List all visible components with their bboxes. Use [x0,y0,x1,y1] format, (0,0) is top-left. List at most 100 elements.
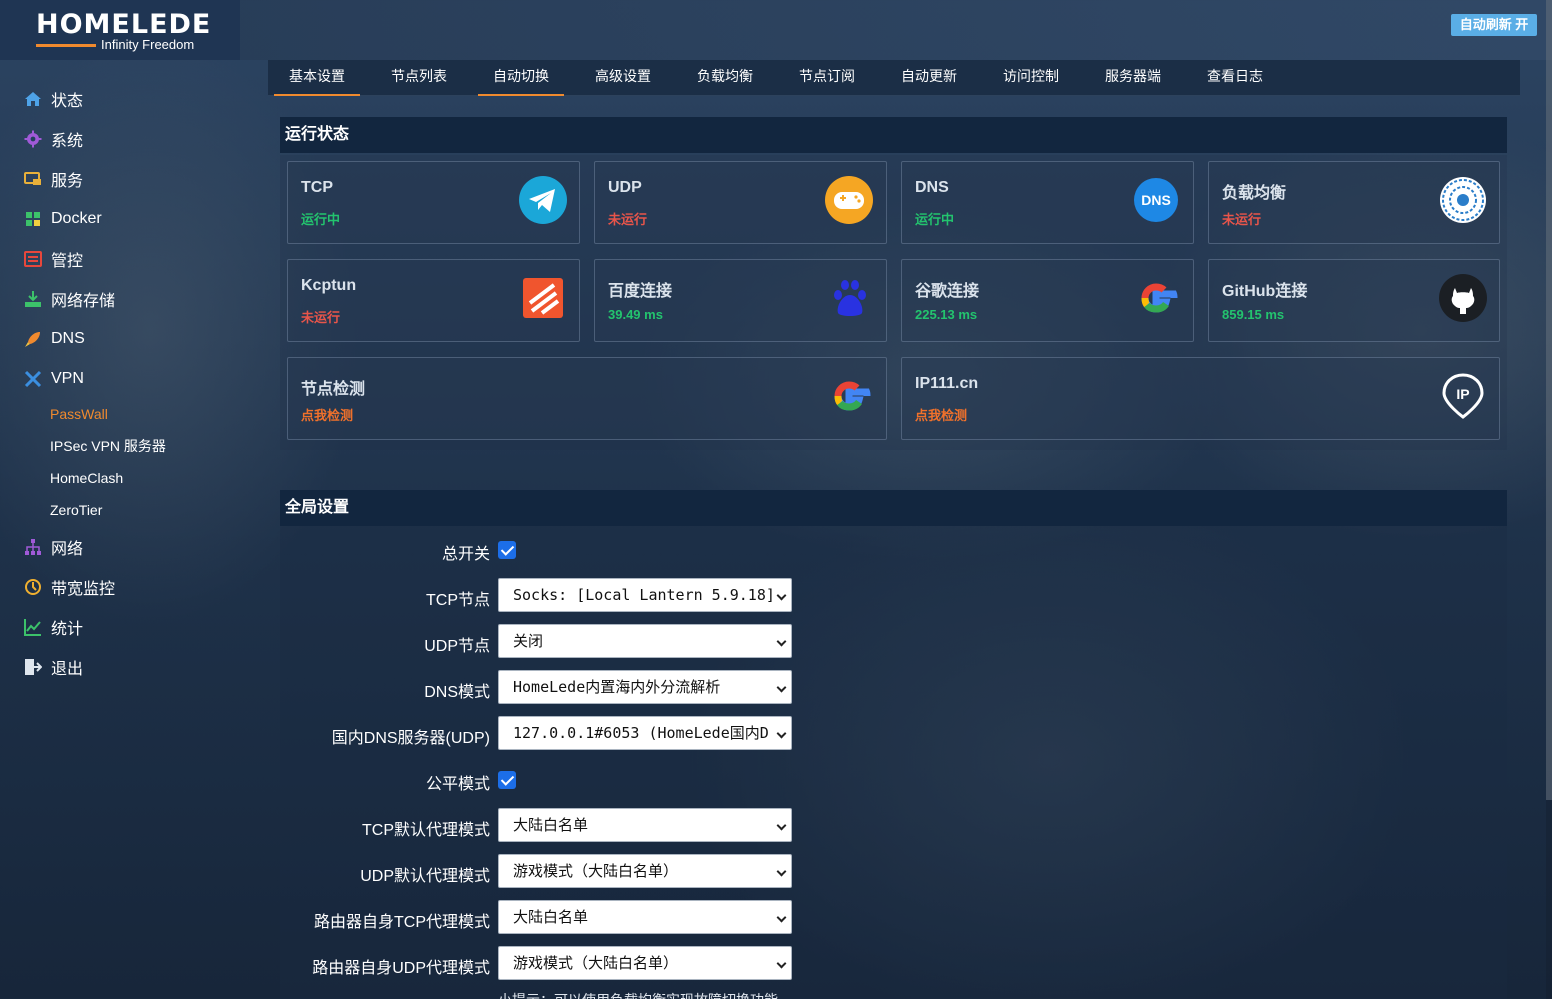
tcp-node-label: TCP节点 [425,592,490,609]
router-tcp-proxy-select[interactable]: 大陆白名单 [498,900,792,934]
tab-load-balance[interactable]: 负载均衡 [682,60,768,96]
tab-basic-settings[interactable]: 基本设置 [274,60,360,96]
sidebar-item-label: DNS [51,330,85,347]
status-card-baidu: 百度连接 39.49 ms [594,259,887,342]
tab-node-subscribe[interactable]: 节点订阅 [784,60,870,96]
router-tcp-proxy-value: 大陆白名单 [513,908,589,926]
chevron-down-icon [776,820,787,831]
router-udp-proxy-select[interactable]: 游戏模式（大陆白名单） [498,946,792,980]
sidebar-item-status[interactable]: 状态 [24,86,83,112]
logo-subtitle: Infinity Freedom [101,37,195,52]
hint-text: 小提示：可以使用负载均衡实现故障切换功能 [498,990,778,999]
sidebar-item-stats[interactable]: 统计 [24,614,83,640]
tab-node-list[interactable]: 节点列表 [376,60,462,96]
sidebar-subitem-homeclash[interactable]: HomeClash [50,468,123,488]
chevron-down-icon [776,682,787,693]
logo-text: HOMELEDE [36,9,212,40]
home-icon [25,92,41,106]
udp-node-value: 关闭 [513,632,544,650]
domestic-dns-value: 127.0.0.1#6053 (HomeLede国内D [513,724,769,742]
sidebar-subitem-zerotier[interactable]: ZeroTier [50,500,102,520]
sidebar-item-network[interactable]: 网络 [24,534,83,560]
tab-advanced-settings[interactable]: 高级设置 [580,60,666,96]
svg-text:IP: IP [1456,386,1469,402]
sidebar-item-bandwidth[interactable]: 带宽监控 [24,574,115,600]
tab-view-logs[interactable]: 查看日志 [1192,60,1278,96]
google-icon [834,381,871,411]
chevron-down-icon [776,866,787,877]
auto-refresh-button[interactable]: 自动刷新 开 [1451,14,1537,36]
chevron-down-icon [776,912,787,923]
tab-server-side[interactable]: 服务器端 [1090,60,1176,96]
sidebar-item-label: 带宽监控 [51,581,116,598]
sidebar-item-dns[interactable]: DNS [24,326,85,352]
sidebar-subitem-passwall[interactable]: PassWall [50,404,108,424]
vpn-icon [24,370,42,388]
node-check-link[interactable]: 点我检测 [301,405,353,424]
udp-proxy-mode-value: 游戏模式（大陆白名单） [513,862,679,880]
card-status: 39.49 ms [608,307,663,322]
sidebar-item-system[interactable]: 系统 [24,126,83,152]
chevron-down-icon [776,958,787,969]
tab-access-control[interactable]: 访问控制 [988,60,1074,96]
sidebar-item-vpn[interactable]: VPN [24,366,84,392]
fair-mode-checkbox[interactable] [498,771,516,789]
card-title: 节点检测 [301,381,366,398]
dns-mode-label: DNS模式 [424,684,490,701]
card-title: DNS [915,179,949,196]
docker-icon [26,212,40,226]
sidebar-item-label: 网络 [51,541,84,558]
card-title: 负载均衡 [1222,185,1287,202]
sidebar-item-label: 状态 [51,93,84,110]
card-status: 未运行 [608,212,648,227]
sidebar-item-label: 管控 [51,253,84,270]
router-udp-proxy-value: 游戏模式（大陆白名单） [513,954,679,972]
tcp-proxy-mode-select[interactable]: 大陆白名单 [498,808,792,842]
status-card-dns: DNS 运行中 DNS [901,161,1194,244]
dns-mode-select[interactable]: HomeLede内置海内外分流解析 [498,670,792,704]
sidebar-item-label: 网络存储 [51,293,116,310]
github-icon [1439,274,1487,322]
card-title: IP111.cn [915,375,979,392]
sidebar: 状态 系统 服务 Docker 管控 网络存储 DNS VPN PassWall… [0,60,268,999]
udp-node-select[interactable]: 关闭 [498,624,792,658]
tcp-proxy-mode-value: 大陆白名单 [513,816,589,834]
sidebar-item-docker[interactable]: Docker [24,206,102,232]
sidebar-item-control[interactable]: 管控 [24,246,83,272]
sidebar-item-label: 退出 [51,661,84,678]
fair-mode-label: 公平模式 [425,776,490,793]
telegram-icon [519,176,567,224]
network-icon [25,539,41,555]
sidebar-item-logout[interactable]: 退出 [24,654,83,680]
chevron-down-icon [776,728,787,739]
section-title-global: 全局设置 [280,490,1507,526]
udp-node-label: UDP节点 [424,638,490,655]
router-udp-proxy-label: 路由器自身UDP代理模式 [312,960,490,977]
services-icon [24,172,41,185]
logo[interactable]: HOMELEDE Infinity Freedom [0,0,240,60]
status-card-node-check: 节点检测 点我检测 [287,357,887,440]
domestic-dns-select[interactable]: 127.0.0.1#6053 (HomeLede国内D [498,716,792,750]
sidebar-item-storage[interactable]: 网络存储 [24,286,115,312]
sidebar-subitem-ipsec[interactable]: IPSec VPN 服务器 [50,436,166,456]
master-switch-checkbox[interactable] [498,541,516,559]
scrollbar-thumb[interactable] [1546,0,1552,800]
kcptun-icon [523,278,563,318]
card-title: UDP [608,179,642,196]
storage-icon [25,291,41,307]
udp-proxy-mode-select[interactable]: 游戏模式（大陆白名单） [498,854,792,888]
domestic-dns-label: 国内DNS服务器(UDP) [331,730,490,747]
status-card-load-balance: 负载均衡 未运行 [1208,161,1500,244]
ip-pin-icon: IP [1442,373,1484,419]
section-title-status: 运行状态 [280,117,1507,153]
tcp-node-select[interactable]: Socks: [Local Lantern 5.9.18] [498,578,792,612]
haproxy-icon [1440,177,1486,223]
tab-auto-update[interactable]: 自动更新 [886,60,972,96]
card-status: 859.15 ms [1222,307,1285,322]
svg-text:DNS: DNS [1141,192,1171,208]
sidebar-item-services[interactable]: 服务 [24,166,83,192]
card-status: 运行中 [301,212,341,227]
tcp-proxy-mode-label: TCP默认代理模式 [361,822,490,839]
tab-auto-switch[interactable]: 自动切换 [478,60,564,96]
ip-check-link[interactable]: 点我检测 [915,405,967,424]
